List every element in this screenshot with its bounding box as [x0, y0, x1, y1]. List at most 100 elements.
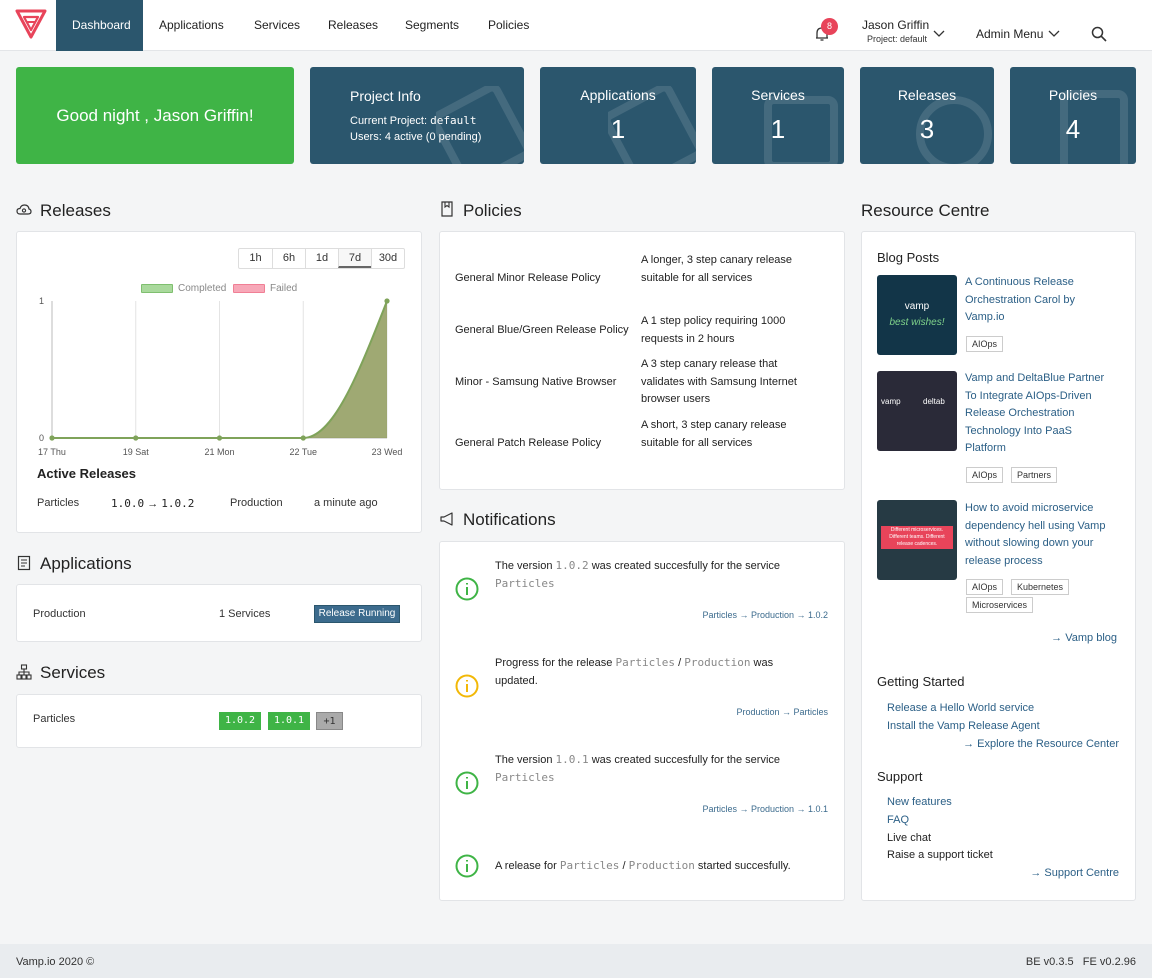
vamp-blog-link[interactable]: → Vamp blog: [1051, 632, 1117, 644]
user-name[interactable]: Jason Griffin: [862, 18, 929, 32]
tab-policies[interactable]: Policies: [472, 0, 545, 51]
active-release-versions: 1.0.0 → 1.0.2: [111, 497, 195, 510]
applications-heading: Applications: [40, 554, 132, 573]
chart-x-tick-label: 17 Thu: [38, 447, 66, 457]
notification-message: Progress for the release Particles / Pro…: [495, 656, 774, 687]
policy-name[interactable]: General Minor Release Policy: [455, 272, 601, 284]
support-ticket-link[interactable]: Raise a support ticket: [887, 849, 993, 861]
applications-stat-card[interactable]: Applications 1: [540, 67, 696, 164]
legend-completed-swatch: [141, 284, 173, 293]
new-features-link[interactable]: New features: [887, 796, 952, 808]
getting-started-link[interactable]: Install the Vamp Release Agent: [887, 720, 1040, 732]
completed-point: [384, 298, 390, 304]
legend-failed-swatch: [233, 284, 265, 293]
policy-description: A 3 step canary release that validates w…: [641, 358, 797, 405]
range-1h-button[interactable]: 1h: [239, 249, 272, 268]
stat-label: Applications: [580, 87, 656, 103]
service-name[interactable]: Particles: [33, 713, 75, 725]
tab-dashboard[interactable]: Dashboard: [56, 0, 143, 51]
services-stat-card[interactable]: Services 1: [712, 67, 844, 164]
stat-label: Services: [751, 87, 805, 103]
notification-link[interactable]: Production → Particles: [736, 707, 828, 717]
policy-name[interactable]: General Patch Release Policy: [455, 437, 601, 449]
project-info-card[interactable]: Project Info Current Project: default Us…: [310, 67, 524, 164]
notification-link[interactable]: Particles → Production → 1.0.2: [702, 610, 828, 620]
notification-message: A release for Particles / Production sta…: [495, 859, 791, 872]
time-range-selector: 1h 6h 1d 7d 30d: [238, 248, 405, 269]
admin-menu[interactable]: Admin Menu: [976, 27, 1043, 41]
thumbnail-text: Different microservices. Different teams…: [881, 526, 953, 549]
footer-copyright: Vamp.io 2020 ©: [16, 956, 95, 968]
blog-tag[interactable]: Kubernetes: [1011, 579, 1070, 595]
thumbnail-text: vamp: [881, 397, 901, 406]
blog-tag[interactable]: AIOps: [966, 336, 1004, 352]
policy-name[interactable]: Minor - Samsung Native Browser: [455, 376, 616, 388]
blog-post-link[interactable]: A Continuous Release Orchestration Carol…: [965, 274, 1115, 327]
arrow-right-icon: →: [147, 498, 159, 510]
releases-stat-card[interactable]: Releases 3: [860, 67, 994, 164]
footer-versions: BE v0.3.5 FE v0.2.96: [1025, 956, 1136, 968]
blog-thumbnail[interactable]: vamp best wishes!: [877, 275, 957, 355]
search-icon[interactable]: [1091, 26, 1107, 42]
policies-heading: Policies: [463, 201, 522, 220]
stat-value: 3: [919, 114, 935, 144]
range-7d-button[interactable]: 7d: [338, 249, 371, 268]
user-menu-chevron-down-icon[interactable]: [933, 30, 945, 38]
range-6h-button[interactable]: 6h: [272, 249, 305, 268]
cloud-icon: [16, 204, 32, 215]
release-running-badge[interactable]: Release Running: [314, 605, 400, 623]
completed-point: [49, 435, 55, 441]
stat-value: 4: [1065, 114, 1081, 144]
policy-name[interactable]: General Blue/Green Release Policy: [455, 324, 629, 336]
legend-failed-label: Failed: [270, 283, 298, 294]
completed-point: [216, 435, 223, 441]
chart-y-tick-label: 1: [39, 296, 44, 306]
thumbnail-text: vamp: [904, 301, 930, 312]
megaphone-icon: [440, 512, 453, 526]
vamp-logo[interactable]: [14, 8, 48, 40]
blog-tag[interactable]: AIOps: [966, 579, 1004, 595]
blog-post-link[interactable]: Vamp and DeltaBlue Partner To Integrate …: [965, 370, 1115, 458]
support-heading: Support: [877, 769, 923, 784]
application-name[interactable]: Production: [33, 608, 86, 620]
greeting-card: Good night , Jason Griffin!: [16, 67, 294, 164]
blog-tag[interactable]: Microservices: [966, 597, 1034, 613]
current-project: Current Project: default: [350, 114, 477, 127]
explore-resource-center-link[interactable]: → Explore the Resource Center: [963, 738, 1119, 750]
getting-started-link[interactable]: Release a Hello World service: [887, 702, 1034, 714]
faq-link[interactable]: FAQ: [887, 814, 909, 826]
tab-releases[interactable]: Releases: [312, 0, 394, 51]
blog-thumbnail[interactable]: vamp deltab: [877, 371, 957, 451]
notification-link[interactable]: Particles → Production → 1.0.1: [702, 804, 828, 814]
footer: Vamp.io 2020 © BE v0.3.5 FE v0.2.96: [0, 944, 1152, 978]
policy-document-icon: [441, 201, 453, 217]
live-chat-link[interactable]: Live chat: [887, 832, 931, 844]
chart-y-tick-label: 0: [39, 433, 44, 443]
project-users: Users: 4 active (0 pending): [350, 131, 482, 143]
tab-services[interactable]: Services: [238, 0, 316, 51]
blog-post-link[interactable]: How to avoid microservice dependency hel…: [965, 500, 1115, 570]
tab-segments[interactable]: Segments: [389, 0, 475, 51]
blog-tag[interactable]: AIOps: [966, 467, 1004, 483]
range-1d-button[interactable]: 1d: [305, 249, 338, 268]
active-release-service[interactable]: Particles: [37, 497, 79, 509]
version-tag[interactable]: 1.0.2: [219, 712, 261, 730]
admin-menu-chevron-down-icon[interactable]: [1048, 30, 1060, 38]
more-versions-tag[interactable]: +1: [316, 712, 343, 730]
legend-completed-label: Completed: [178, 283, 227, 294]
support-centre-link[interactable]: → Support Centre: [1030, 867, 1119, 879]
services-heading: Services: [40, 663, 106, 682]
range-30d-button[interactable]: 30d: [371, 249, 404, 268]
active-releases-heading: Active Releases: [37, 466, 137, 481]
info-icon: [455, 771, 479, 795]
tab-applications[interactable]: Applications: [143, 0, 240, 51]
blog-tag[interactable]: Partners: [1011, 467, 1058, 483]
blog-thumbnail[interactable]: Different microservices. Different teams…: [877, 500, 957, 580]
policies-stat-card[interactable]: Policies 4: [1010, 67, 1136, 164]
chart-x-tick-label: 19 Sat: [123, 447, 150, 457]
completed-point: [300, 435, 306, 441]
version-tag[interactable]: 1.0.1: [268, 712, 310, 730]
info-icon: [455, 577, 479, 601]
application-icon: [17, 555, 31, 571]
info-icon: [455, 674, 479, 698]
